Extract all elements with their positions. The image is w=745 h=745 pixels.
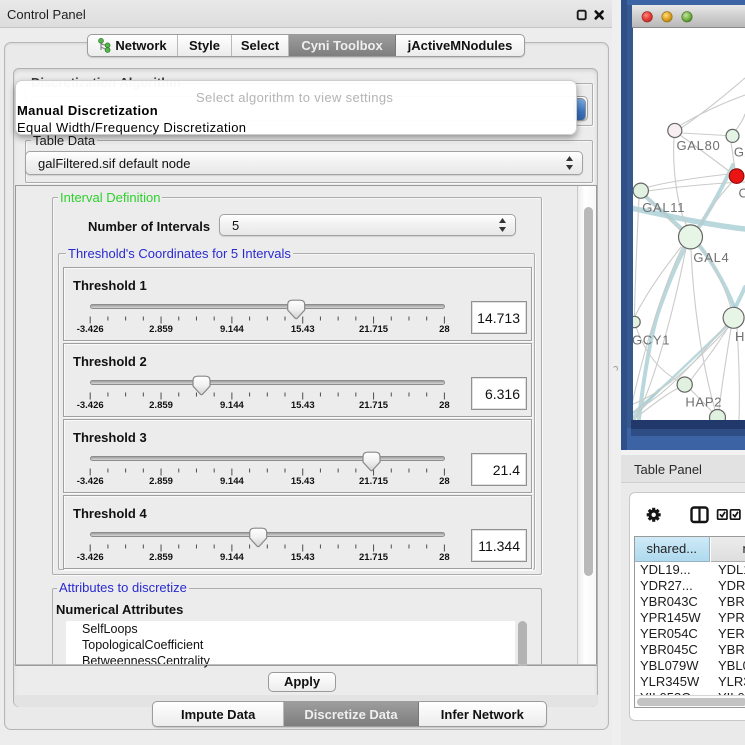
svg-text:GAL11: GAL11 — [642, 200, 685, 215]
svg-text:GAL4: GAL4 — [693, 250, 729, 265]
svg-text:GA: GA — [734, 145, 745, 160]
svg-text:C: C — [739, 186, 745, 201]
svg-text:GCY1: GCY1 — [632, 333, 670, 348]
svg-text:H: H — [735, 329, 745, 344]
svg-text:GAL80: GAL80 — [677, 138, 721, 153]
svg-text:HAP2: HAP2 — [685, 395, 722, 410]
